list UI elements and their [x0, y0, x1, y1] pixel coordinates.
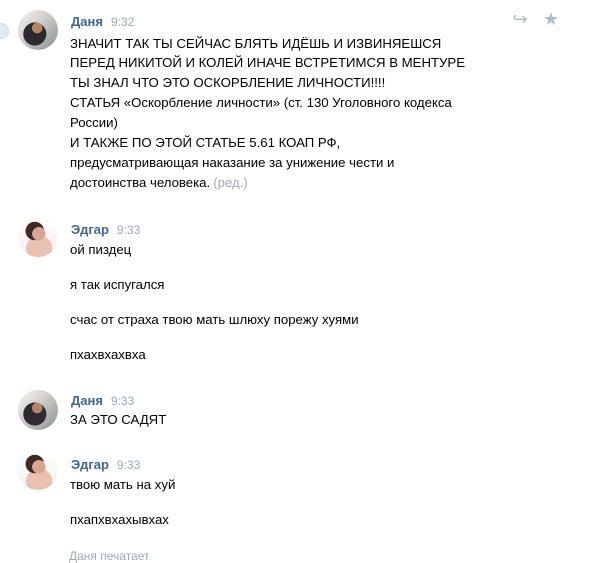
author-name[interactable]: Эдгар — [71, 222, 109, 237]
message-line: ой пиздец — [70, 242, 132, 257]
message-line: ЗНАЧИТ ТАК ТЫ СЕЙЧАС БЛЯТЬ ИДЁШЬ И ИЗВИН… — [70, 36, 442, 51]
star-icon[interactable]: ★ — [541, 9, 561, 29]
avatar-dania[interactable] — [18, 10, 58, 50]
message-line: И ТАКЖЕ ПО ЭТОЙ СТАТЬЕ 5.61 КОАП РФ, — [70, 135, 341, 150]
message-edgar-2[interactable]: Эдгар 9:33 твою мать на хуй пхапхвхахывха… — [0, 445, 600, 545]
message-line: предусматривающая наказание за унижение … — [70, 155, 395, 170]
message-line: России) — [70, 115, 118, 130]
avatar-edgar[interactable] — [18, 450, 58, 490]
message-time: 9:33 — [116, 458, 141, 472]
message-edgar-1[interactable]: Эдгар 9:33 ой пиздец я так испугался счас… — [0, 205, 600, 375]
message-header: Эдгар 9:33 — [71, 222, 140, 238]
avatar-edgar[interactable] — [18, 217, 58, 257]
message-line: пхахвхахвха — [70, 347, 146, 362]
message-line: ЗА ЭТО САДЯТ — [70, 412, 167, 427]
message-time: 9:32 — [110, 15, 135, 29]
message-line: твою мать на хуй — [70, 477, 176, 492]
author-name[interactable]: Даня — [71, 14, 103, 29]
message-dania-1[interactable]: Даня 9:32 ↩ ★ ЗНАЧИТ ТАК ТЫ СЕЙЧАС БЛЯТЬ … — [0, 0, 600, 205]
message-line: ПЕРЕД НИКИТОЙ И КОЛЕЙ ИНАЧЕ ВСТРЕТИМСЯ В… — [70, 55, 465, 70]
message-line: я так испугался — [70, 277, 165, 292]
message-header: Даня 9:33 — [71, 393, 134, 409]
message-line: счас от страха твою мать шлюху порежу ху… — [70, 312, 359, 327]
author-name[interactable]: Эдгар — [71, 457, 109, 472]
message-header: Даня 9:32 — [71, 14, 134, 30]
chat-window: Даня 9:32 ↩ ★ ЗНАЧИТ ТАК ТЫ СЕЙЧАС БЛЯТЬ … — [0, 0, 600, 563]
message-last-line: достоинства человека. (ред.) — [70, 173, 248, 193]
message-line: пхапхвхахывхах — [70, 512, 169, 527]
message-time: 9:33 — [110, 394, 135, 408]
author-name[interactable]: Даня — [71, 393, 103, 408]
message-header: Эдгар 9:33 — [71, 457, 140, 473]
edited-label: (ред.) — [213, 175, 248, 190]
message-time: 9:33 — [116, 223, 141, 237]
avatar-dania[interactable] — [18, 390, 58, 430]
message-line: СТАТЬЯ «Оскорбление личности» (ст. 130 У… — [70, 95, 452, 110]
message-dania-2[interactable]: Даня 9:33 ЗА ЭТО САДЯТ — [0, 375, 600, 445]
reply-icon[interactable]: ↩ — [510, 9, 530, 29]
message-line: ТЫ ЗНАЛ ЧТО ЭТО ОСКОРБЛЕНИЕ ЛИЧНОСТИ!!!! — [70, 75, 386, 90]
message-line: достоинства человека. — [70, 175, 211, 190]
typing-indicator: Даня печатает — [69, 549, 150, 563]
